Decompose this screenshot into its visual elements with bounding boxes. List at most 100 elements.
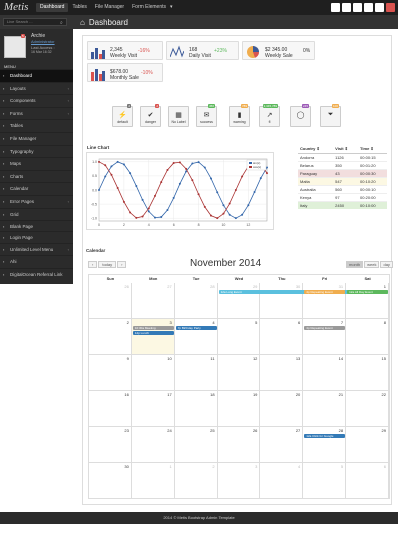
- calendar-day[interactable]: 21: [303, 391, 347, 427]
- calendar-day[interactable]: 10: [131, 355, 175, 391]
- quick-button[interactable]: ⏷ 100: [320, 104, 341, 127]
- data-point[interactable]: [122, 200, 125, 203]
- prev-month-button[interactable]: ‹: [88, 261, 98, 268]
- avatar[interactable]: [4, 36, 26, 58]
- data-point[interactable]: [203, 205, 206, 208]
- sidebar-item-digitalocean-referral-link[interactable]: ▪ DigitalOcean Referral Link: [0, 267, 73, 280]
- quick-button[interactable]: ✉ success 456: [196, 104, 217, 127]
- calendar-day[interactable]: 28: [174, 283, 218, 319]
- data-point[interactable]: [166, 168, 169, 171]
- data-point[interactable]: [116, 187, 119, 190]
- data-point[interactable]: [216, 191, 219, 194]
- data-point[interactable]: [160, 216, 163, 219]
- calendar-day[interactable]: 15: [346, 355, 389, 391]
- data-point[interactable]: [160, 181, 163, 184]
- sidebar-item-tables[interactable]: ▪ Tables: [0, 119, 73, 132]
- data-point[interactable]: [154, 194, 156, 197]
- data-point[interactable]: [141, 198, 144, 201]
- calendar-event[interactable]: 10:30a Meeting: [132, 326, 174, 330]
- user-role-link[interactable]: Administrator: [31, 39, 55, 44]
- sidebar-item-login-page[interactable]: ▪ Login Page: [0, 231, 73, 243]
- calendar-day[interactable]: 5: [217, 319, 261, 355]
- calendar-day[interactable]: 14: [303, 355, 347, 391]
- calendar-day[interactable]: 30: [260, 283, 304, 319]
- calendar-day[interactable]: 22: [346, 391, 389, 427]
- data-point[interactable]: [129, 172, 132, 175]
- today-button[interactable]: today: [98, 261, 117, 268]
- quick-button[interactable]: ↗ fl 3,345,789: [259, 104, 280, 127]
- sidebar-item-grid[interactable]: ▪ Grid: [0, 207, 73, 221]
- data-point[interactable]: [266, 166, 268, 169]
- quick-button[interactable]: ✔ danger 2: [140, 104, 161, 127]
- data-point[interactable]: [228, 213, 231, 216]
- data-point[interactable]: [141, 215, 144, 218]
- calendar-day[interactable]: 30: [89, 463, 132, 499]
- sidebar-item-ahi[interactable]: ▪ Ahi: [0, 255, 73, 267]
- month-view-button[interactable]: month: [346, 261, 364, 268]
- sidebar-item-layouts[interactable]: ▪ Layouts ‹: [0, 81, 73, 95]
- calendar-day[interactable]: 27: [260, 427, 304, 463]
- calendar-day[interactable]: 1: [131, 463, 175, 499]
- calendar-day[interactable]: 1: [346, 283, 389, 319]
- data-point[interactable]: [228, 202, 231, 205]
- data-point[interactable]: [135, 216, 138, 219]
- quick-button[interactable]: ⚡ default 2: [112, 104, 133, 127]
- calendar-event[interactable]: 12a Click for Google: [304, 434, 346, 438]
- calendar-day[interactable]: 18: [174, 391, 218, 427]
- calendar-day[interactable]: 20: [260, 391, 304, 427]
- calendar-day[interactable]: 11: [174, 355, 218, 391]
- data-point[interactable]: [185, 167, 188, 170]
- data-point[interactable]: [110, 165, 113, 168]
- fullscreen-icon[interactable]: [364, 3, 373, 12]
- calendar-day[interactable]: 17: [131, 391, 175, 427]
- sidebar-item-file-manager[interactable]: ▪ File Manager: [0, 131, 73, 145]
- data-point[interactable]: [234, 217, 237, 220]
- search-input[interactable]: Live Search ...: [3, 18, 67, 26]
- calendar-day[interactable]: 24: [131, 427, 175, 463]
- calendar-day[interactable]: 4: [260, 463, 304, 499]
- quick-button[interactable]: ▮ warning 789: [229, 104, 250, 127]
- data-point[interactable]: [222, 204, 225, 207]
- sidebar-item-maps[interactable]: ▪ Maps: [0, 157, 73, 170]
- data-point[interactable]: [178, 161, 181, 164]
- data-point[interactable]: [247, 204, 250, 207]
- topnav-item[interactable]: Tables: [68, 3, 90, 12]
- calendar-day[interactable]: 9: [89, 355, 132, 391]
- data-point[interactable]: [241, 175, 244, 178]
- data-point[interactable]: [116, 160, 119, 163]
- data-point[interactable]: [203, 166, 206, 169]
- quick-button[interactable]: ◯ 245: [290, 104, 311, 127]
- data-point[interactable]: [197, 193, 200, 196]
- data-point[interactable]: [241, 213, 244, 216]
- data-point[interactable]: [110, 173, 113, 176]
- calendar-day[interactable]: 13: [260, 355, 304, 391]
- topnav-item[interactable]: Form Elements: [128, 3, 170, 12]
- data-point[interactable]: [129, 211, 132, 214]
- calendar-day[interactable]: 4: [174, 319, 218, 355]
- calendar-day[interactable]: 27: [131, 283, 175, 319]
- data-point[interactable]: [191, 179, 194, 182]
- data-point[interactable]: [210, 177, 212, 180]
- sidebar-item-calendar[interactable]: ▪ Calendar: [0, 182, 73, 195]
- sidebar-item-forms[interactable]: ▪ Forms ‹: [0, 106, 73, 120]
- envelope-icon[interactable]: [331, 3, 340, 12]
- column-header[interactable]: Country ⇕: [298, 145, 334, 154]
- calendar-day[interactable]: 23: [89, 427, 132, 463]
- column-header[interactable]: Time ⇕: [358, 145, 387, 154]
- calendar-day[interactable]: 6: [346, 463, 389, 499]
- topnav-item[interactable]: Dashboard: [36, 3, 69, 12]
- calendar-day[interactable]: 2: [89, 319, 132, 355]
- quick-button[interactable]: ▦ No Label: [168, 106, 189, 127]
- data-point[interactable]: [98, 189, 100, 191]
- calendar-event[interactable]: 7p Birthday Party: [175, 326, 217, 330]
- data-point[interactable]: [147, 207, 150, 210]
- sidebar-item-typography[interactable]: ▪ Typography: [0, 144, 73, 158]
- brand-logo[interactable]: Metis: [4, 1, 28, 13]
- bell-icon[interactable]: [353, 3, 362, 12]
- calendar-day[interactable]: 25: [174, 427, 218, 463]
- sidebar-item-unlimited-level-menu[interactable]: ▪ Unlimited Level Menu ‹: [0, 243, 73, 255]
- calendar-day[interactable]: 28: [303, 427, 347, 463]
- calendar-day[interactable]: 5: [303, 463, 347, 499]
- calendar-day[interactable]: 26: [217, 427, 261, 463]
- data-point[interactable]: [222, 212, 225, 215]
